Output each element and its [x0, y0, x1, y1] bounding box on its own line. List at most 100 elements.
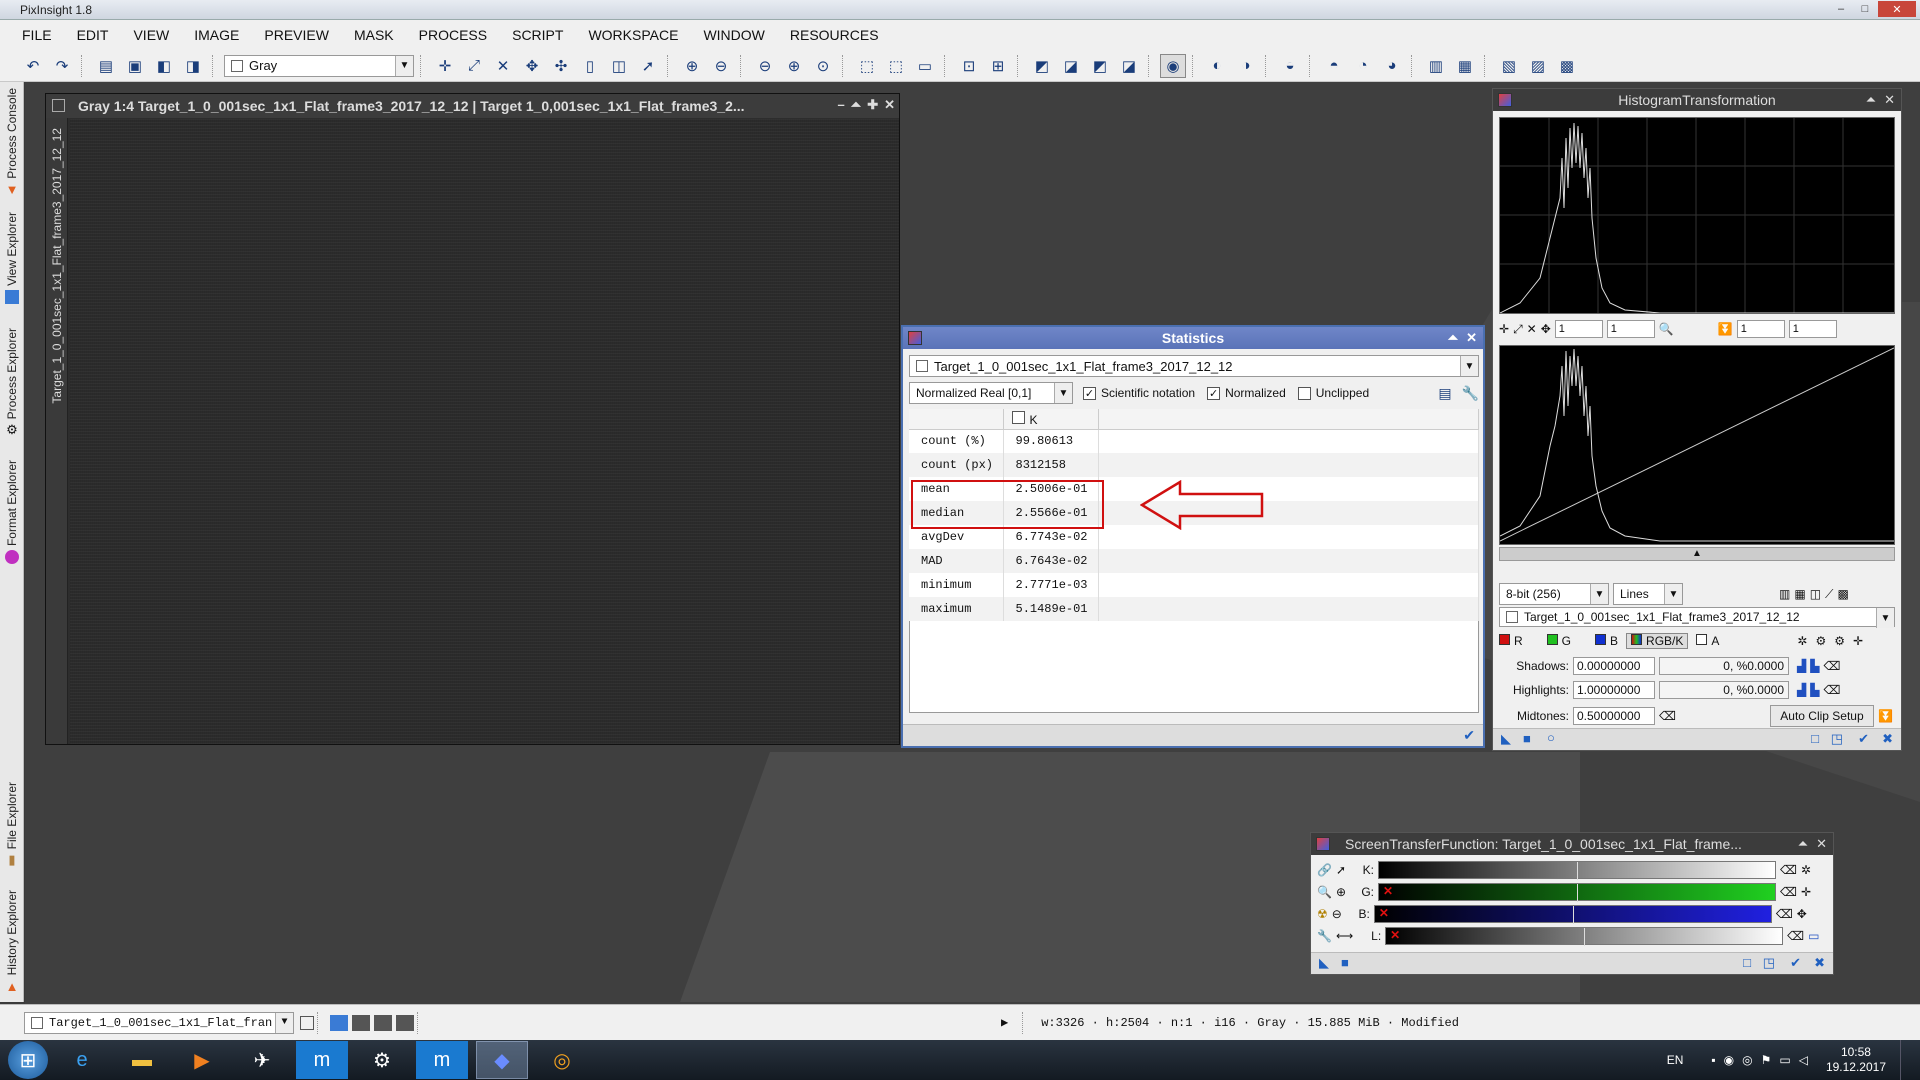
fit-icon[interactable]: ⤢ — [1513, 322, 1523, 337]
workspace-2-icon[interactable] — [352, 1014, 370, 1031]
shade-icon[interactable]: ⏶ — [851, 97, 861, 113]
highlights-histogram-icon[interactable]: ▟ — [1797, 683, 1806, 697]
menu-image[interactable]: IMAGE — [186, 27, 256, 43]
new-image-icon[interactable]: ▣ — [122, 54, 148, 78]
tray-icon[interactable]: ▪ — [1711, 1053, 1715, 1067]
zoom-icon[interactable]: 🔍 — [1659, 322, 1674, 336]
stf-slider-k[interactable] — [1378, 861, 1777, 880]
tray-icon[interactable]: ⚑ — [1761, 1053, 1772, 1067]
play-icon[interactable]: ▶ — [1001, 1015, 1008, 1030]
media-player-icon[interactable]: ▶ — [176, 1041, 228, 1079]
workspace-one-icon[interactable]: ▧ — [1496, 54, 1522, 78]
check-icon[interactable]: ✔ — [1858, 731, 1869, 747]
volume-icon[interactable]: ◁ — [1799, 1053, 1808, 1067]
copy-icon[interactable]: ▤ — [1438, 385, 1451, 402]
workspace-three-icon[interactable]: ▩ — [1554, 54, 1580, 78]
scientific-notation-checkbox[interactable]: ✓ — [1083, 386, 1096, 400]
image-canvas[interactable] — [70, 119, 899, 744]
workspace-3-icon[interactable] — [374, 1014, 392, 1031]
shade-icon[interactable]: ⏶ — [1866, 92, 1876, 108]
reset-k-icon[interactable]: ⌫ — [1780, 863, 1797, 877]
tab-format-explorer[interactable]: Format Explorer — [0, 460, 24, 565]
tray-icon[interactable]: ◉ — [1724, 1053, 1734, 1067]
histogram-view-selector[interactable]: Target_1_0_001sec_1x1_Flat_frame3_2017_1… — [1499, 607, 1895, 628]
shadows-auto-icon[interactable]: ▙ — [1810, 659, 1819, 673]
stf-slider-b[interactable]: ✕ — [1373, 905, 1772, 924]
check-icon[interactable]: ✔ — [1790, 955, 1801, 971]
output-arrow-icon[interactable]: ⏬ — [1718, 322, 1733, 336]
channel-rgbk[interactable]: RGB/K — [1626, 633, 1689, 649]
app-icon[interactable]: ✈ — [236, 1041, 288, 1079]
fit-view-icon[interactable]: ⊞ — [985, 54, 1011, 78]
shadows-histogram-icon[interactable]: ▟ — [1797, 659, 1806, 673]
output-histogram-plot[interactable] — [1499, 345, 1895, 545]
crosshair-icon[interactable]: ✛ — [1801, 885, 1811, 899]
channel-a[interactable]: A — [1696, 634, 1719, 648]
app-gear-icon[interactable]: ⚙ — [356, 1041, 408, 1079]
cancel-icon[interactable]: ✖ — [1882, 731, 1893, 747]
transfer-curve-icon[interactable]: ⟋ — [1825, 587, 1833, 602]
start-button-icon[interactable]: ⊞ — [8, 1041, 48, 1079]
mask-remove-icon[interactable]: ◪ — [1058, 54, 1084, 78]
pointer-icon[interactable]: ➚ — [635, 54, 661, 78]
apply-global-icon[interactable]: ■ — [1341, 955, 1349, 970]
input-zoom-v-spinner[interactable]: 1 — [1606, 320, 1655, 338]
statistics-titlebar[interactable]: Statistics ⏶ ✕ — [903, 327, 1483, 349]
menu-workspace[interactable]: WORKSPACE — [580, 27, 695, 43]
histogram-titlebar[interactable]: HistogramTransformation ⏶ ✕ — [1493, 89, 1901, 111]
auto-stretch-icon[interactable]: ✲ — [1801, 863, 1811, 877]
tab-process-console[interactable]: Process Console ▼ — [0, 88, 24, 197]
menu-mask[interactable]: MASK — [346, 27, 411, 43]
apply-global-icon[interactable]: ■ — [1523, 731, 1531, 746]
zoom-in-icon[interactable]: ⊕ — [679, 54, 705, 78]
stack-icon[interactable]: ◨ — [180, 54, 206, 78]
midtones-input[interactable]: 0.50000000 — [1573, 707, 1655, 725]
shrink-icon[interactable]: ✕ — [1527, 322, 1537, 336]
select-alt-icon[interactable]: ⬚ — [883, 54, 909, 78]
zoom-minus-icon[interactable]: ⊖ — [1332, 907, 1342, 921]
image-window[interactable]: Gray 1:4 Target_1_0_001sec_1x1_Flat_fram… — [45, 93, 900, 745]
preview-edit-icon[interactable]: ◔ — [1350, 54, 1376, 78]
channel-checkbox[interactable] — [1011, 410, 1025, 424]
panel-alt-icon[interactable]: ▦ — [1452, 54, 1478, 78]
radiation-icon[interactable]: ☢ — [1317, 907, 1328, 921]
graph-style-combo[interactable]: Lines ▼ — [1613, 583, 1683, 605]
channel-combo[interactable]: Gray ▼ — [224, 54, 414, 77]
workspace-4-icon[interactable] — [396, 1014, 414, 1031]
ie-icon[interactable]: e — [56, 1041, 108, 1079]
bit-depth-combo[interactable]: 8-bit (256) ▼ — [1499, 583, 1609, 605]
stf-auto-icon[interactable]: ◐ — [1204, 54, 1230, 78]
auto-clip-setup-button[interactable]: Auto Clip Setup — [1769, 705, 1874, 727]
zoom-one-icon[interactable]: ⊙ — [810, 54, 836, 78]
zoom-in-icon[interactable]: 🔍 — [1317, 885, 1332, 899]
reset-b-icon[interactable]: ⌫ — [1776, 907, 1793, 921]
menu-process[interactable]: PROCESS — [411, 27, 504, 43]
mask-new-icon[interactable]: ◩ — [1029, 54, 1055, 78]
center-icon[interactable]: ✣ — [548, 54, 574, 78]
zoom-in-large-icon[interactable]: ⊕ — [781, 54, 807, 78]
shade-icon[interactable]: ⏶ — [1798, 836, 1808, 852]
highlights-reset-icon[interactable]: ⌫ — [1823, 683, 1840, 697]
move-icon[interactable]: ✥ — [1797, 907, 1807, 921]
input-histogram-plot[interactable] — [1499, 117, 1895, 314]
channel-g[interactable]: G — [1546, 634, 1571, 648]
tray-icon[interactable]: ◎ — [1742, 1053, 1752, 1067]
stf-toggle-icon[interactable]: ◉ — [1160, 53, 1186, 78]
preview-delete-icon[interactable]: ◕ — [1379, 54, 1405, 78]
browse-doc-icon[interactable]: □ — [1743, 955, 1751, 970]
check-icon[interactable]: ✔ — [1463, 727, 1475, 744]
close-button[interactable]: ✕ — [1878, 1, 1916, 17]
input-zoom-h-spinner[interactable]: 1 — [1554, 320, 1603, 338]
app-orange-icon[interactable]: ◎ — [536, 1041, 588, 1079]
workspace-two-icon[interactable]: ▨ — [1525, 54, 1551, 78]
midtones-slider[interactable]: ▲ — [1499, 547, 1895, 561]
channel-r[interactable]: R — [1499, 634, 1523, 648]
output-zoom-h-spinner[interactable]: 1 — [1736, 320, 1785, 338]
auto-clip-icon[interactable]: ⏬ — [1878, 709, 1893, 723]
new-instance-icon[interactable]: ◣ — [1319, 955, 1329, 971]
settings-gear-icon[interactable]: ⚙ — [1815, 634, 1826, 648]
pan-icon[interactable]: ✥ — [519, 54, 545, 78]
undo-icon[interactable]: ↶ — [20, 54, 46, 78]
tab-file-explorer[interactable]: File Explorer ▮ — [0, 782, 24, 867]
close-icon[interactable]: ✕ — [884, 97, 895, 113]
